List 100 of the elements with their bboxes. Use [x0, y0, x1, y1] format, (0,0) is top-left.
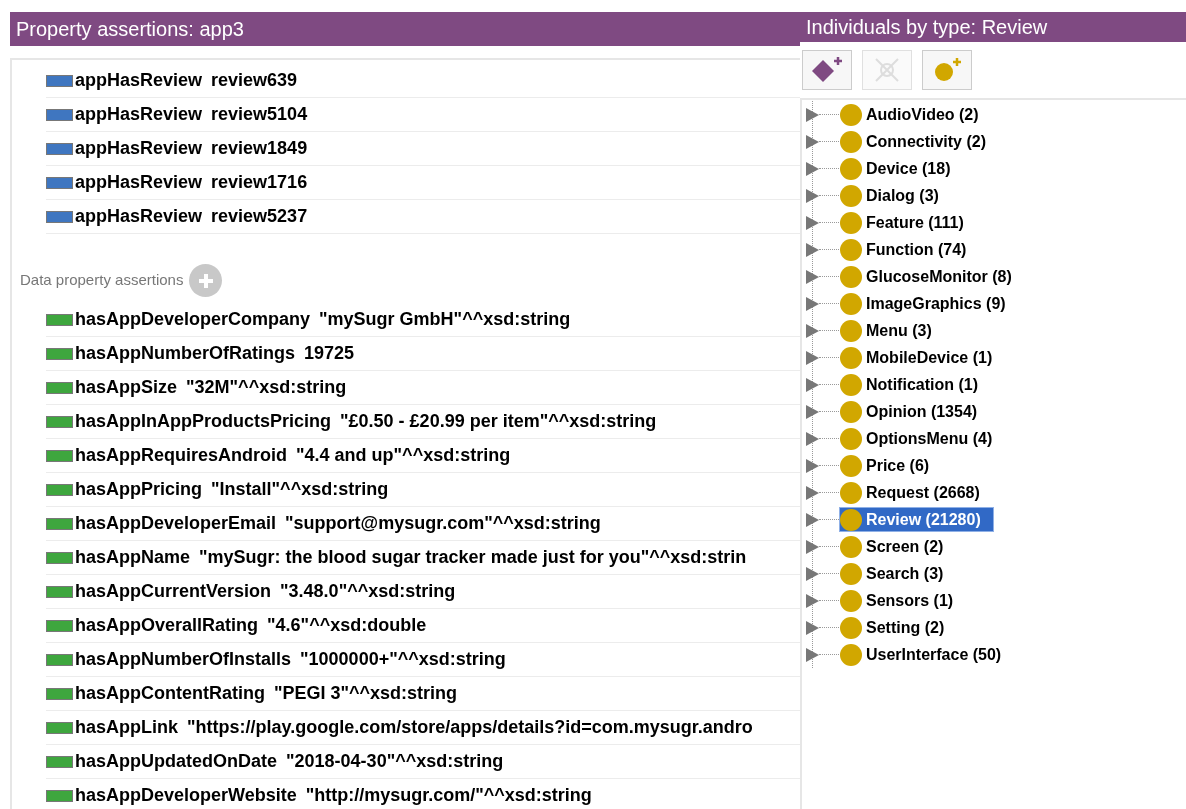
expand-icon[interactable]: [806, 215, 819, 230]
tree-item[interactable]: OptionsMenu (4): [839, 426, 1006, 451]
property-name[interactable]: hasAppInAppProductsPricing: [75, 408, 332, 435]
individual-class-icon: [840, 130, 862, 153]
property-name[interactable]: hasAppDeveloperEmail: [75, 510, 277, 537]
property-icon: [46, 176, 73, 189]
add-class-button[interactable]: [802, 50, 852, 90]
property-name[interactable]: hasAppContentRating: [75, 680, 265, 707]
property-icon: [46, 142, 73, 155]
tree-item[interactable]: ImageGraphics (9): [839, 291, 1019, 316]
property-name[interactable]: appHasReview: [75, 101, 203, 128]
property-value[interactable]: review1849: [211, 135, 308, 162]
expand-icon[interactable]: [806, 134, 819, 149]
expand-icon[interactable]: [806, 107, 819, 122]
property-name[interactable]: appHasReview: [75, 169, 203, 196]
expand-icon[interactable]: [806, 485, 819, 500]
expand-icon[interactable]: [806, 377, 819, 392]
tree-item[interactable]: Opinion (1354): [839, 399, 991, 424]
property-icon: [46, 449, 73, 462]
tree-item[interactable]: Request (2668): [839, 480, 993, 505]
property-name[interactable]: hasAppRequiresAndroid: [75, 442, 288, 469]
property-name[interactable]: hasAppNumberOfRatings: [75, 340, 296, 367]
property-name[interactable]: hasAppLink: [75, 714, 178, 741]
expand-icon[interactable]: [806, 161, 819, 176]
property-value[interactable]: "mySugr GmbH"^^xsd:string: [319, 306, 571, 333]
individual-class-icon: [840, 643, 862, 666]
property-value[interactable]: "4.6"^^xsd:double: [267, 612, 427, 639]
expand-icon[interactable]: [806, 431, 819, 446]
property-value[interactable]: "support@mysugr.com"^^xsd:string: [285, 510, 601, 537]
property-icon: [46, 381, 73, 394]
property-value[interactable]: "https://play.google.com/store/apps/details?id=com.mysugr.andro: [187, 714, 753, 741]
expand-icon[interactable]: [806, 647, 819, 662]
individual-class-icon: [840, 238, 862, 261]
expand-icon[interactable]: [806, 593, 819, 608]
property-value[interactable]: "PEGI 3"^^xsd:string: [274, 680, 458, 707]
expand-icon[interactable]: [806, 539, 819, 554]
tree-item[interactable]: Notification (1): [839, 372, 991, 397]
individual-class-icon: [840, 346, 862, 369]
tree-item[interactable]: Screen (2): [839, 534, 957, 559]
property-value[interactable]: review639: [211, 67, 298, 94]
expand-icon[interactable]: [806, 188, 819, 203]
tree-item[interactable]: Review (21280): [839, 507, 994, 532]
property-name[interactable]: hasAppSize: [75, 374, 178, 401]
expand-icon[interactable]: [806, 620, 819, 635]
tree-item[interactable]: Search (3): [839, 561, 957, 586]
tree-item[interactable]: Price (6): [839, 453, 943, 478]
property-icon: [46, 313, 73, 326]
property-name[interactable]: hasAppOverallRating: [75, 612, 259, 639]
tree-item[interactable]: Sensors (1): [839, 588, 967, 613]
individual-class-icon: [840, 319, 862, 342]
tree-item[interactable]: Feature (111): [839, 210, 977, 235]
tree-item[interactable]: Device (18): [839, 156, 964, 181]
property-value[interactable]: "1000000+"^^xsd:string: [300, 646, 506, 673]
property-icon: [46, 789, 73, 802]
expand-icon[interactable]: [806, 242, 819, 257]
property-value[interactable]: "4.4 and up"^^xsd:string: [296, 442, 511, 469]
property-value[interactable]: "3.48.0"^^xsd:string: [280, 578, 456, 605]
property-name[interactable]: hasAppDeveloperWebsite: [75, 782, 297, 809]
individual-class-icon: [840, 481, 862, 504]
individual-class-icon: [840, 454, 862, 477]
expand-icon[interactable]: [806, 404, 819, 419]
tree-item[interactable]: Dialog (3): [839, 183, 952, 208]
property-value[interactable]: review1716: [211, 169, 308, 196]
tree-item[interactable]: GlucoseMonitor (8): [839, 264, 1025, 289]
property-icon: [46, 415, 73, 428]
property-value[interactable]: 19725: [304, 340, 355, 367]
property-value[interactable]: "2018-04-30"^^xsd:string: [286, 748, 504, 775]
property-name[interactable]: hasAppNumberOfInstalls: [75, 646, 292, 673]
tree-item[interactable]: Connectivity (2): [839, 129, 999, 154]
property-value[interactable]: "mySugr: the blood sugar tracker made just for you"^^xsd:strin: [199, 544, 747, 571]
property-value[interactable]: "32M"^^xsd:string: [186, 374, 347, 401]
expand-icon[interactable]: [806, 512, 819, 527]
tree-item[interactable]: Setting (2): [839, 615, 958, 640]
property-value[interactable]: "http://mysugr.com/"^^xsd:string: [305, 782, 592, 809]
expand-icon[interactable]: [806, 323, 819, 338]
property-name[interactable]: hasAppDeveloperCompany: [75, 306, 311, 333]
property-name[interactable]: hasAppPricing: [75, 476, 203, 503]
property-value[interactable]: review5237: [211, 203, 308, 230]
individual-class-icon: [840, 427, 862, 450]
property-name[interactable]: hasAppUpdatedOnDate: [75, 748, 278, 775]
expand-icon[interactable]: [806, 269, 819, 284]
property-name[interactable]: hasAppName: [75, 544, 191, 571]
property-value[interactable]: "Install"^^xsd:string: [211, 476, 389, 503]
property-value[interactable]: review5104: [211, 101, 308, 128]
expand-icon[interactable]: [806, 350, 819, 365]
expand-icon[interactable]: [806, 566, 819, 581]
tree-item[interactable]: UserInterface (50): [839, 642, 1015, 667]
property-name[interactable]: appHasReview: [75, 203, 203, 230]
individual-class-icon: [840, 103, 862, 126]
property-name[interactable]: appHasReview: [75, 67, 203, 94]
expand-icon[interactable]: [806, 458, 819, 473]
tree-item[interactable]: MobileDevice (1): [839, 345, 1006, 370]
tree-item[interactable]: Menu (3): [839, 318, 945, 343]
property-name[interactable]: hasAppCurrentVersion: [75, 578, 272, 605]
property-icon: [46, 551, 73, 564]
expand-icon[interactable]: [806, 296, 819, 311]
tree-item[interactable]: Function (74): [839, 237, 980, 262]
property-name[interactable]: appHasReview: [75, 135, 203, 162]
property-value[interactable]: "£0.50 - £20.99 per item"^^xsd:string: [340, 408, 657, 435]
tree-item[interactable]: AudioVideo (2): [839, 102, 992, 127]
